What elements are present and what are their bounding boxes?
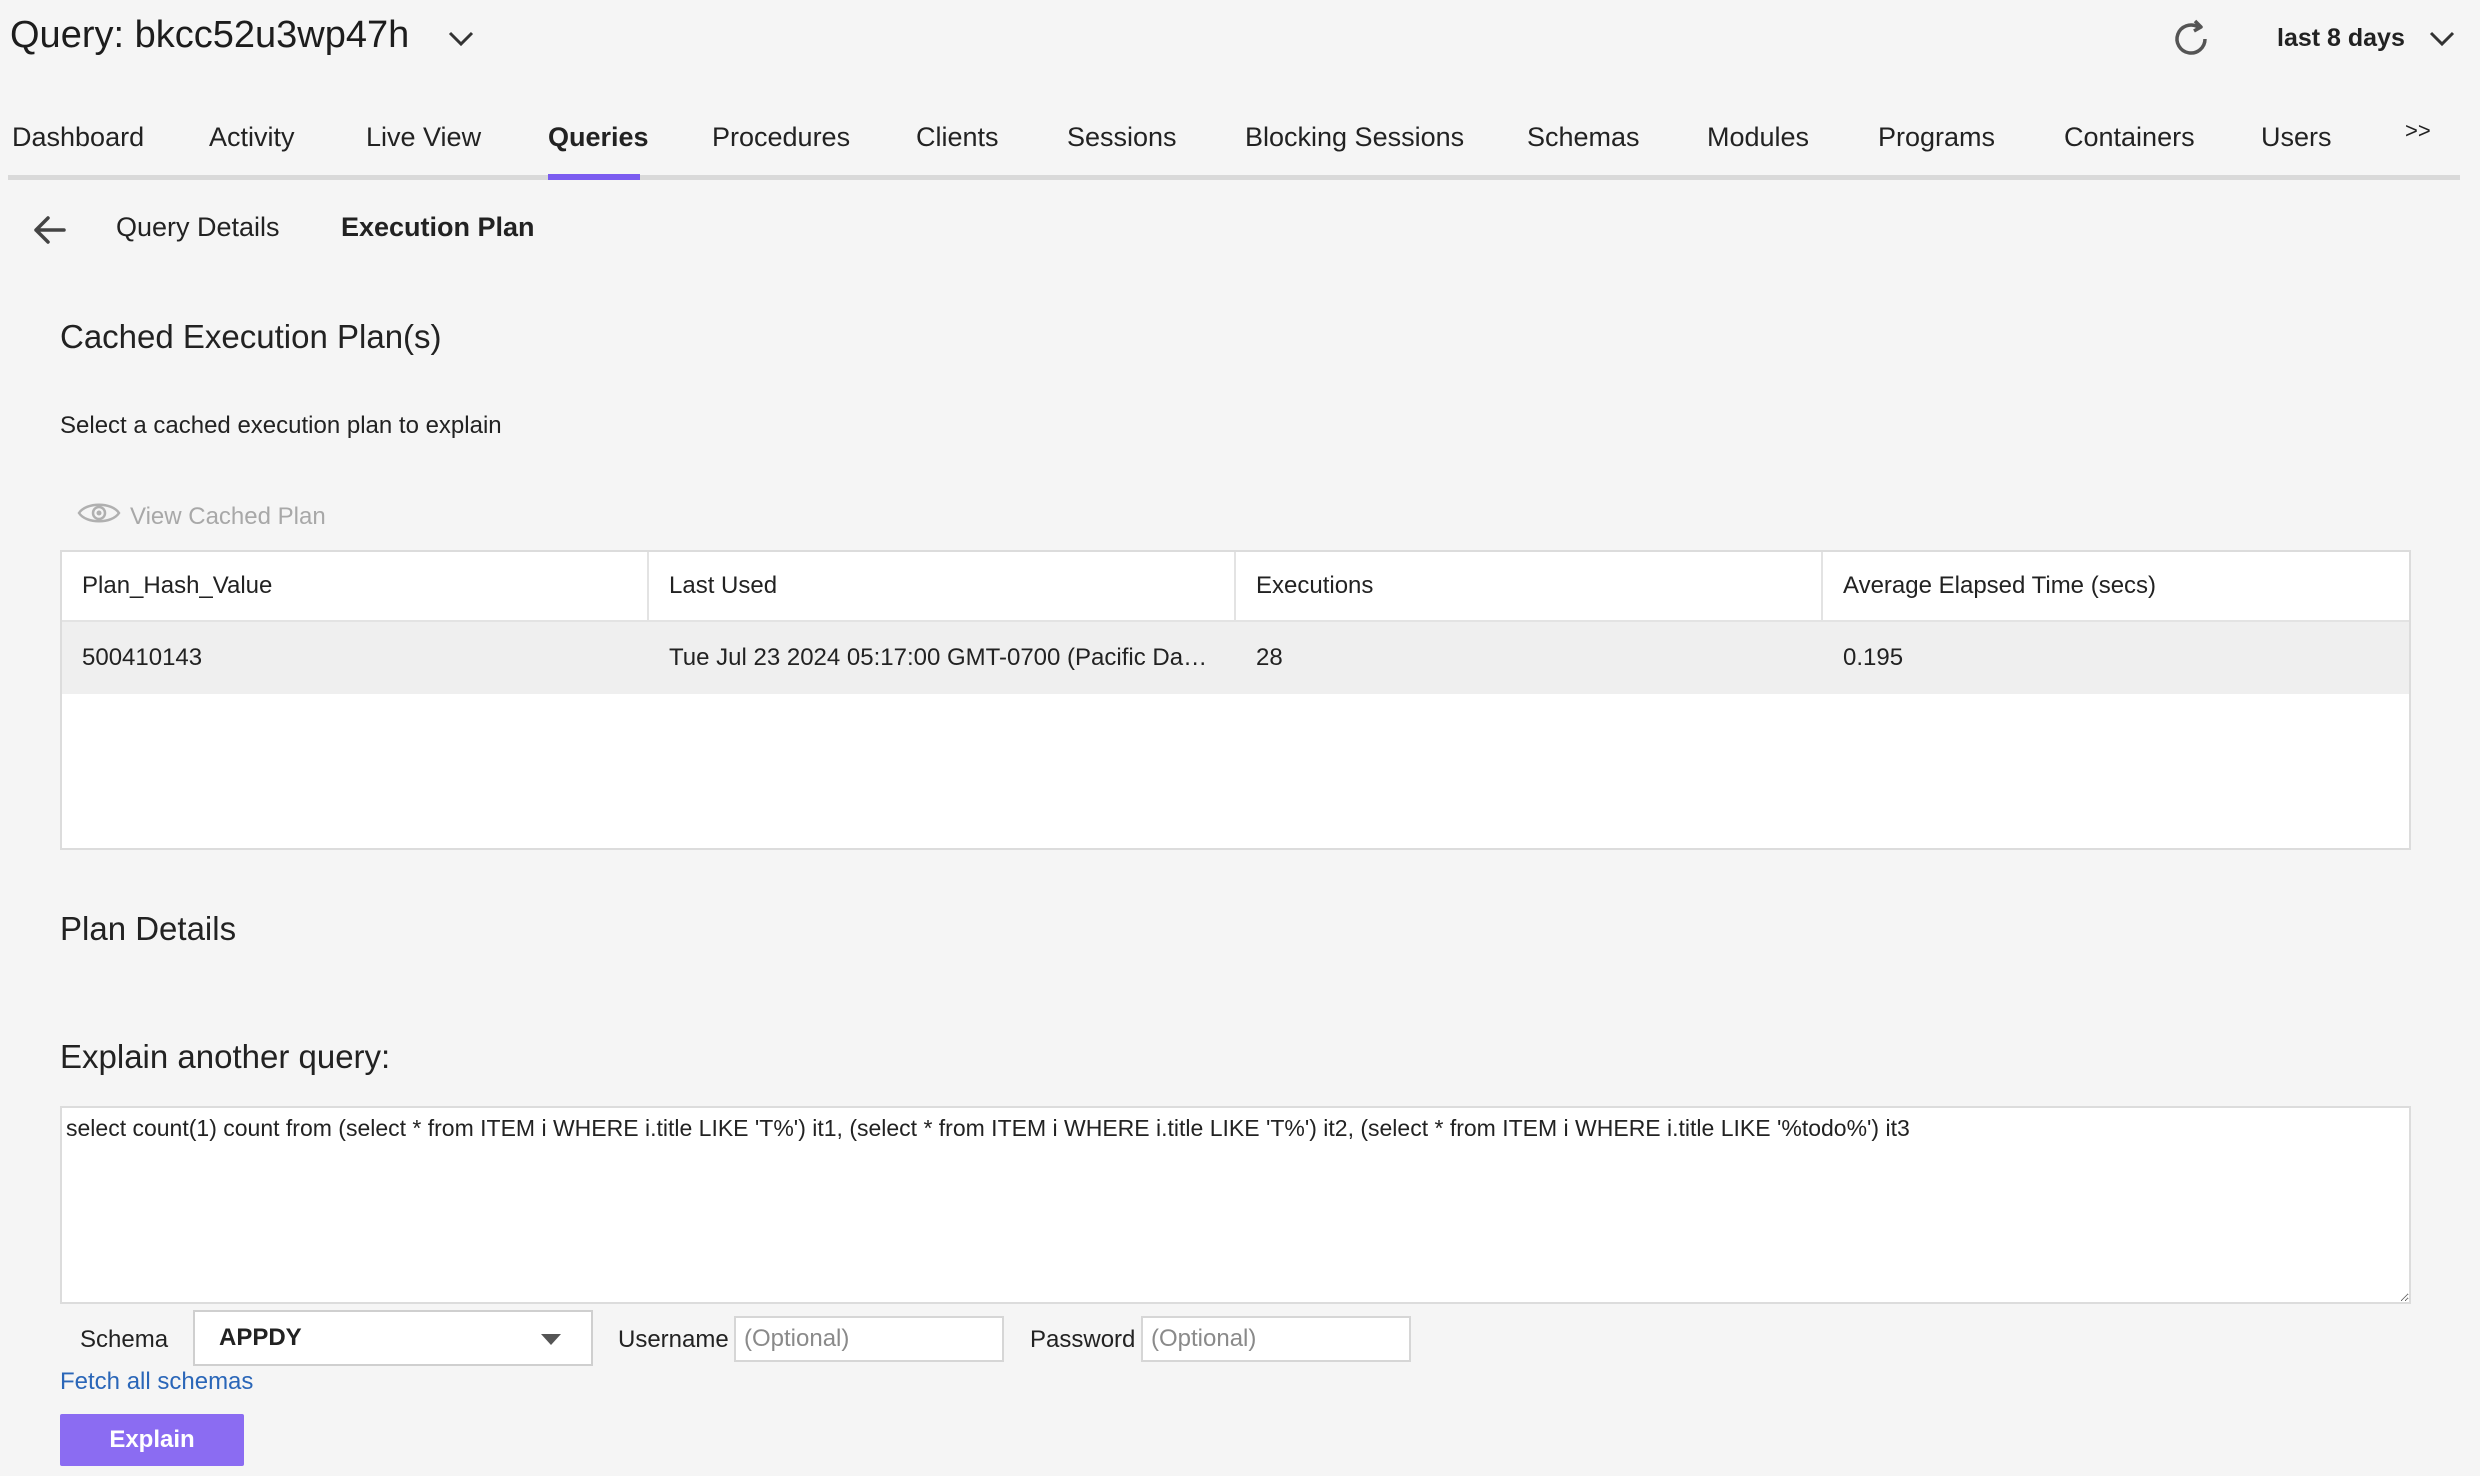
page-title: Query: bkcc52u3wp47h [10, 14, 410, 56]
schema-selected-value: APPDY [219, 1324, 302, 1351]
executions-cell: 28 [1256, 644, 1283, 671]
nav-divider [8, 175, 2460, 180]
last-used-value: Tue Jul 23 2024 05:17:00 GMT-0700 (Pacif… [669, 644, 1214, 671]
column-header[interactable]: Executions [1236, 552, 1823, 620]
more-tabs-button[interactable]: >> [2405, 118, 2431, 144]
active-tab-indicator [548, 174, 640, 180]
tab-procedures[interactable]: Procedures [712, 122, 850, 153]
tab-live-view[interactable]: Live View [366, 122, 481, 153]
tab-users[interactable]: Users [2261, 122, 2332, 153]
tab-blocking-sessions[interactable]: Blocking Sessions [1245, 122, 1464, 153]
refresh-icon[interactable] [2168, 16, 2214, 62]
time-range-selector[interactable]: last 8 days [2277, 24, 2405, 53]
fetch-all-schemas-link[interactable]: Fetch all schemas [60, 1368, 253, 1396]
column-header[interactable]: Plan_Hash_Value [62, 552, 649, 620]
tab-queries[interactable]: Queries [548, 122, 649, 153]
username-label: Username [618, 1326, 729, 1353]
cached-plans-table: Plan_Hash_Value Last Used Executions Ave… [60, 550, 2411, 850]
tab-containers[interactable]: Containers [2064, 122, 2195, 153]
column-header[interactable]: Last Used [649, 552, 1236, 620]
eye-icon [76, 498, 122, 535]
table-header: Plan_Hash_Value Last Used Executions Ave… [62, 552, 2409, 622]
main-nav: Dashboard Activity Live View Queries Pro… [0, 100, 2460, 182]
explain-button[interactable]: Explain [60, 1414, 244, 1466]
back-arrow-icon[interactable] [30, 210, 70, 250]
tab-activity[interactable]: Activity [209, 122, 295, 153]
avg-elapsed-cell: 0.195 [1843, 644, 1904, 671]
view-cached-plan-button[interactable]: View Cached Plan [76, 498, 326, 535]
password-label: Password [1030, 1326, 1136, 1353]
last-used-cell: Tue Jul 23 2024 05:17:00 GMT-0700 (Pacif… [649, 622, 1236, 694]
subtab-query-details[interactable]: Query Details [116, 212, 280, 243]
column-header[interactable]: Average Elapsed Time (secs) [1823, 552, 2409, 620]
tab-dashboard[interactable]: Dashboard [12, 122, 144, 153]
subtab-execution-plan[interactable]: Execution Plan [341, 212, 535, 243]
username-field[interactable] [734, 1316, 1004, 1362]
cached-plans-heading: Cached Execution Plan(s) [60, 318, 442, 355]
table-row[interactable]: 500410143 Tue Jul 23 2024 05:17:00 GMT-0… [62, 622, 2409, 694]
view-cached-plan-label: View Cached Plan [130, 502, 326, 530]
schema-label: Schema [80, 1326, 169, 1353]
tab-schemas[interactable]: Schemas [1527, 122, 1640, 153]
tab-programs[interactable]: Programs [1878, 122, 1995, 153]
password-field[interactable] [1141, 1316, 1411, 1362]
cached-plans-helper-text: Select a cached execution plan to explai… [60, 412, 502, 439]
chevron-down-icon[interactable] [444, 22, 478, 56]
query-textarea[interactable] [60, 1106, 2411, 1304]
caret-down-icon [541, 1334, 561, 1345]
tab-clients[interactable]: Clients [916, 122, 999, 153]
plan-hash-value-cell: 500410143 [82, 644, 203, 671]
tab-sessions[interactable]: Sessions [1067, 122, 1177, 153]
chevron-down-icon[interactable] [2425, 22, 2459, 56]
plan-details-heading: Plan Details [60, 910, 237, 947]
tab-modules[interactable]: Modules [1707, 122, 1809, 153]
explain-heading: Explain another query: [60, 1038, 391, 1075]
schema-select[interactable]: APPDY [193, 1310, 593, 1366]
